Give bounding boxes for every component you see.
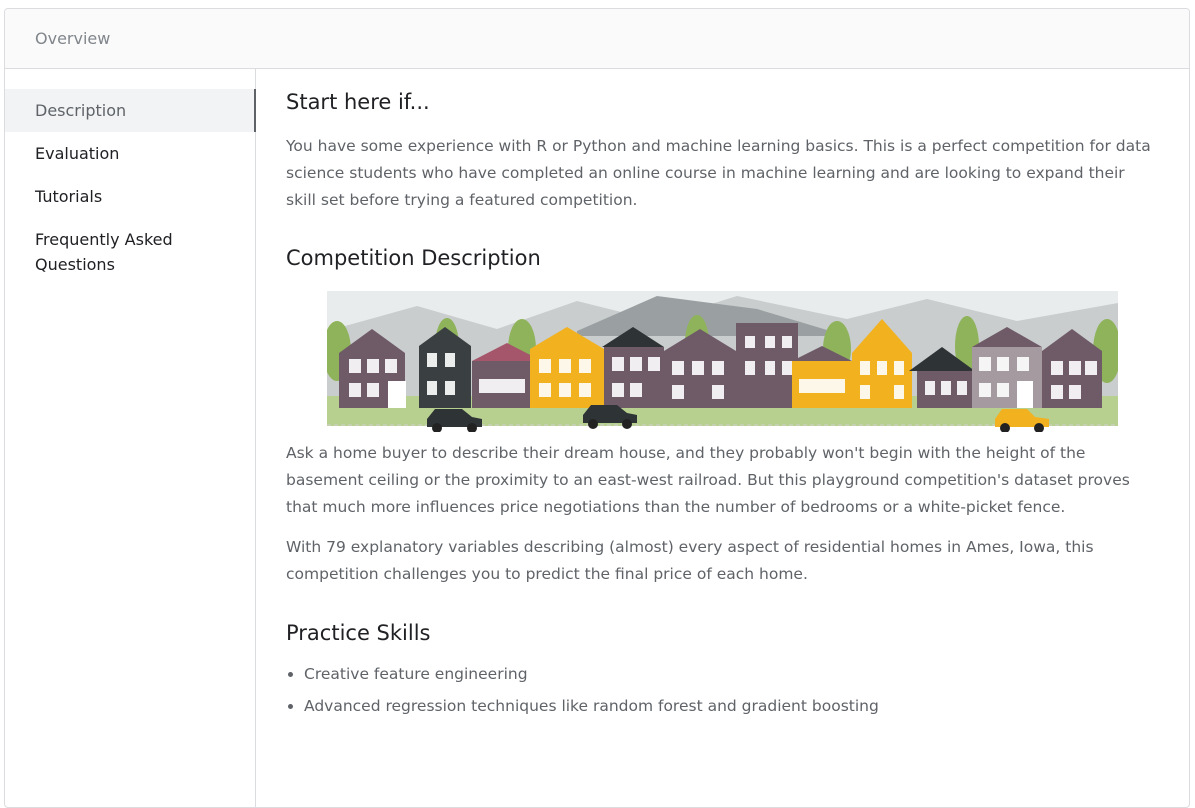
skill-item: Creative feature engineering xyxy=(304,658,1159,690)
overview-panel: Overview Description Evaluation Tutorial… xyxy=(4,8,1190,808)
skills-list: Creative feature engineering Advanced re… xyxy=(286,658,1159,722)
sidebar-item-tutorials[interactable]: Tutorials xyxy=(5,175,255,218)
skills-heading: Practice Skills xyxy=(286,621,431,645)
panel-header: Overview xyxy=(5,9,1189,69)
page-title: Overview xyxy=(35,29,111,48)
sidebar-item-description[interactable]: Description xyxy=(5,89,256,132)
houses-banner-image xyxy=(327,291,1118,432)
competition-paragraph-1: Ask a home buyer to describe their dream… xyxy=(286,444,1130,516)
start-paragraph: You have some experience with R or Pytho… xyxy=(286,137,1151,209)
sidebar-item-evaluation[interactable]: Evaluation xyxy=(5,132,255,175)
main-content: Start here if... You have some experienc… xyxy=(256,69,1189,807)
sidebar-nav: Description Evaluation Tutorials Frequen… xyxy=(5,69,256,807)
skill-item: Advanced regression techniques like rand… xyxy=(304,690,1159,722)
competition-heading: Competition Description xyxy=(286,246,541,270)
panel-body: Description Evaluation Tutorials Frequen… xyxy=(5,69,1189,807)
sidebar-item-faq[interactable]: Frequently Asked Questions xyxy=(5,218,255,286)
start-heading: Start here if... xyxy=(286,90,430,114)
competition-paragraph-2: With 79 explanatory variables describing… xyxy=(286,538,1094,583)
